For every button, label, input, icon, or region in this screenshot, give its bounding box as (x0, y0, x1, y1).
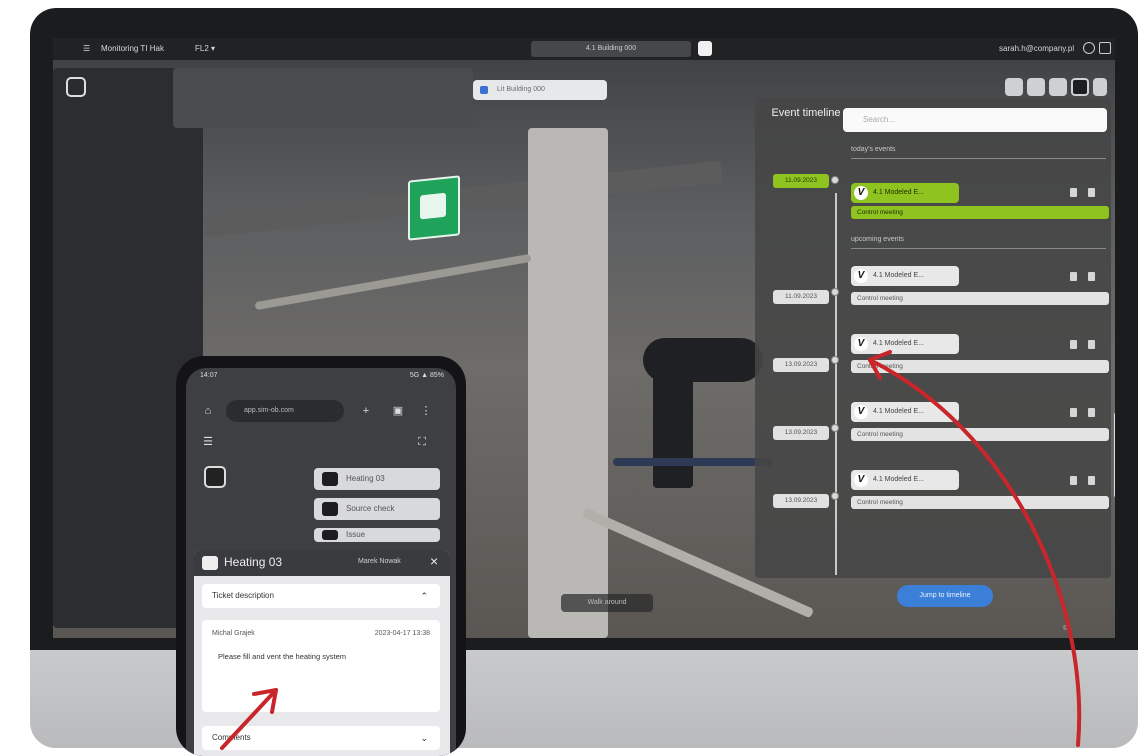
red-arrow-phone (220, 688, 278, 750)
red-arrow-curve (868, 358, 1082, 747)
annotation-arrows (220, 350, 1082, 750)
